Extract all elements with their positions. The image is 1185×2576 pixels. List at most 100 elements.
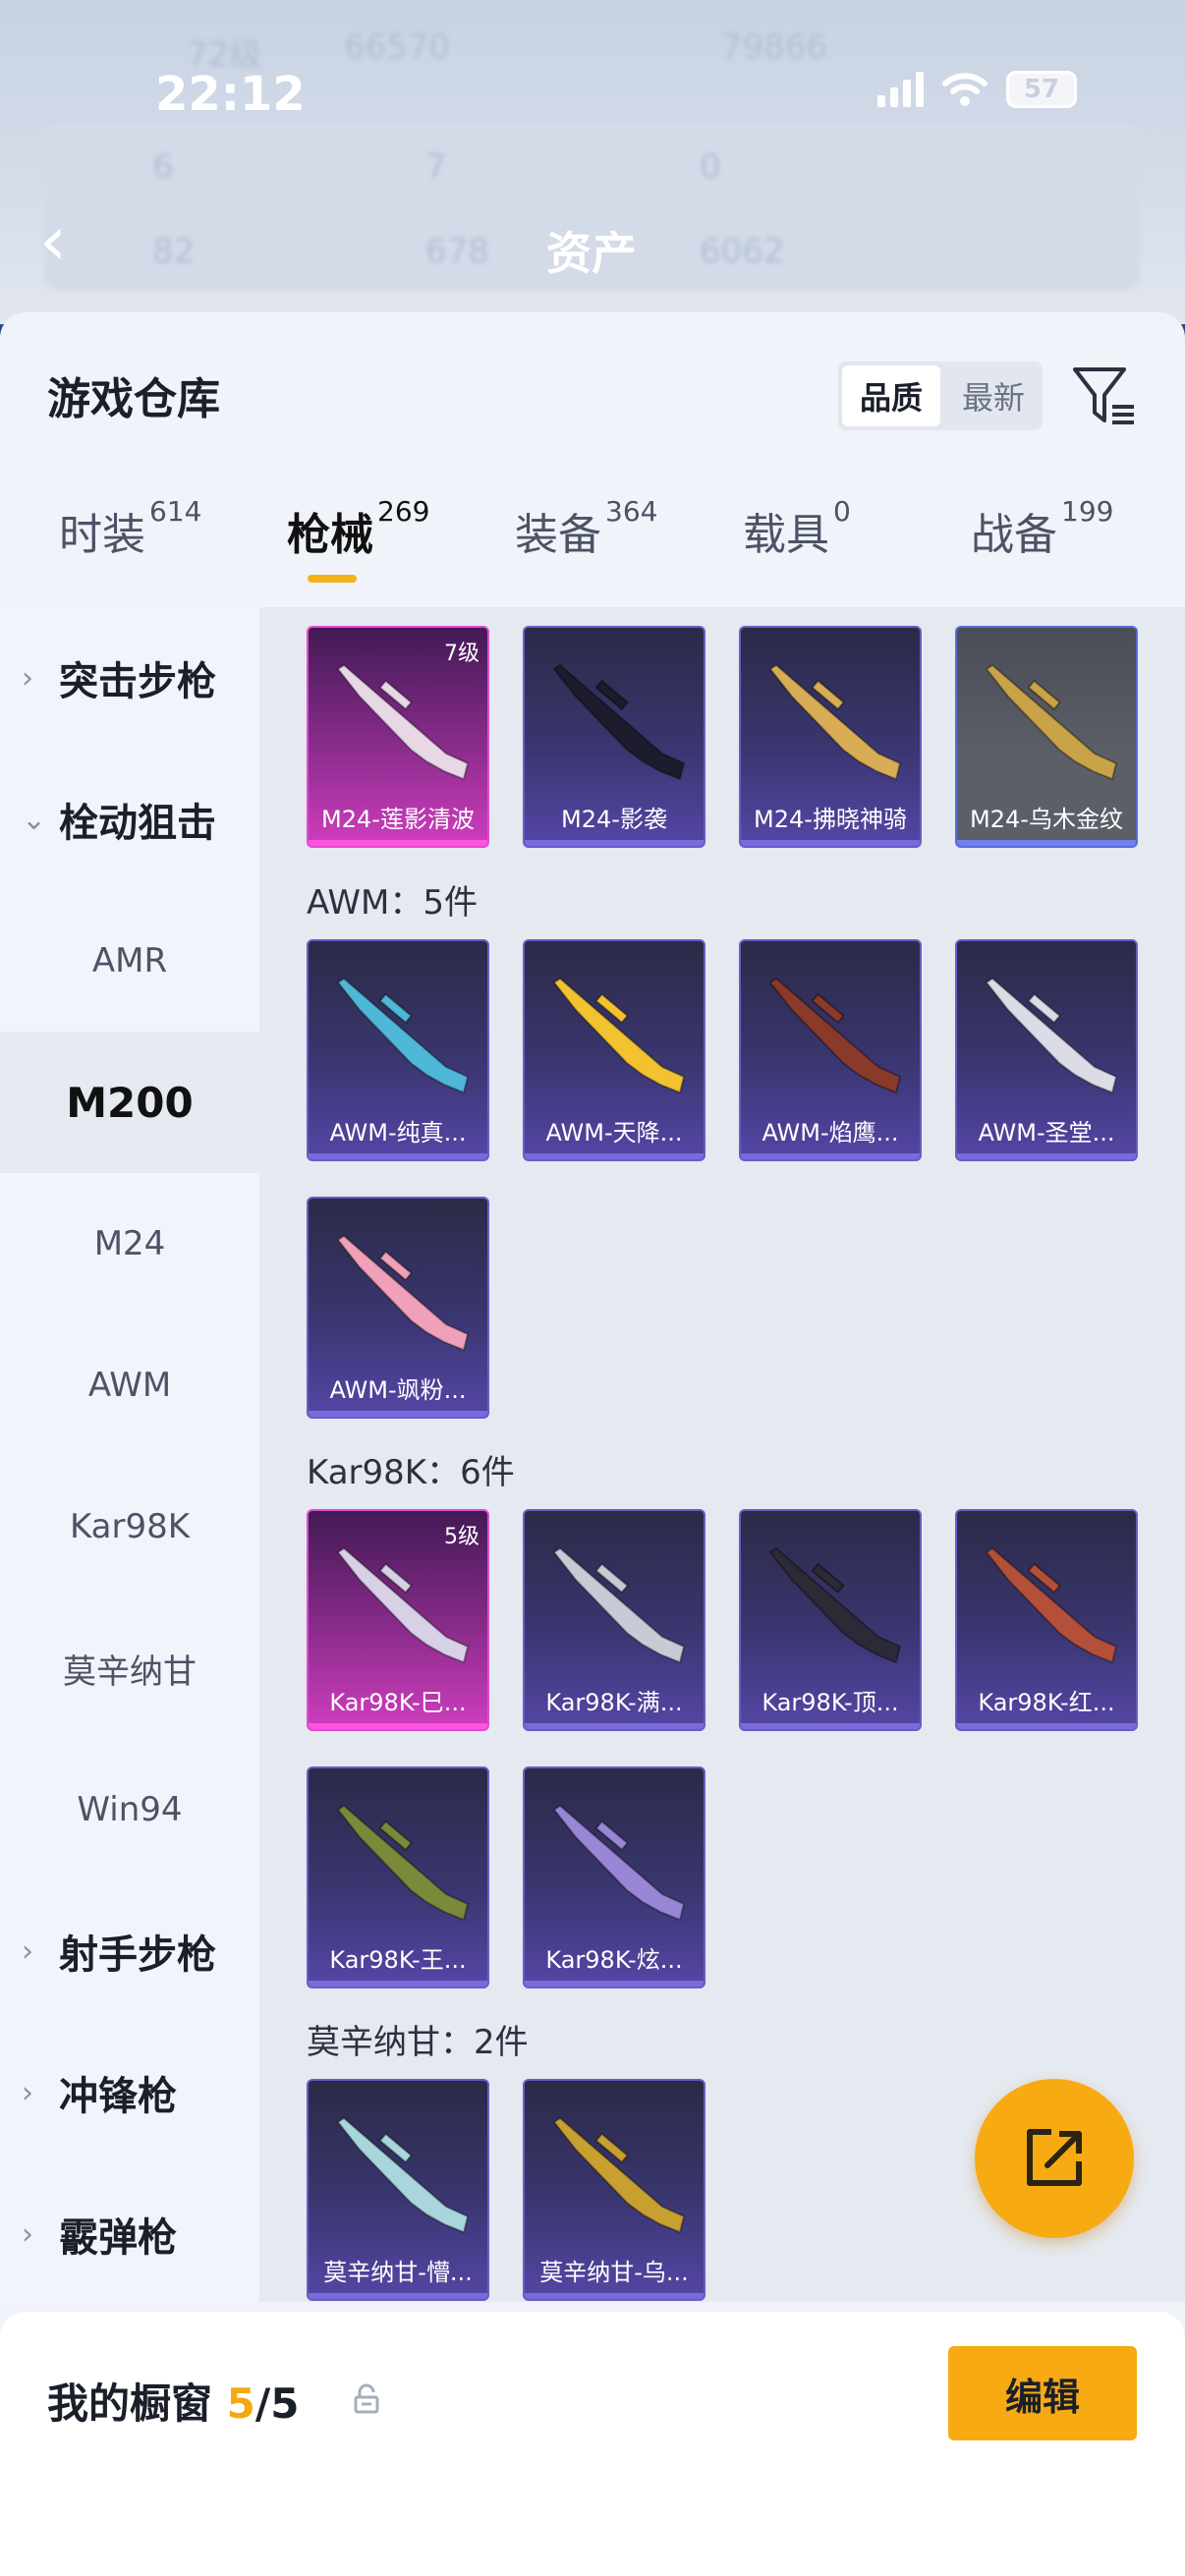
rifle-icon [552,2116,686,2234]
group-label-awm: AWM：5件 [307,883,478,923]
weapon-card[interactable]: Kar98K-王... [307,1766,489,1988]
sidebar-item-win94[interactable]: Win94 [0,1739,259,1880]
sidebar-item-kar98k[interactable]: Kar98K [0,1456,259,1597]
rifle-icon [336,663,470,781]
rarity-bar [309,2293,487,2299]
back-button[interactable]: ‹ [39,206,98,280]
weapon-card[interactable]: M24-乌木金纹 [955,626,1138,848]
card-name: AWM-纯真... [329,1119,467,1147]
card-name: Kar98K-满... [545,1689,683,1716]
chevron-right-icon: › [22,660,33,696]
sidebar-item-awm[interactable]: AWM [0,1315,259,1456]
rarity-bar [525,1723,704,1729]
sidebar-item-smg[interactable]: › 冲锋枪 [0,2022,259,2163]
sidebar-item-marksman-rifle[interactable]: › 射手步枪 [0,1880,259,2022]
rifle-icon [336,2116,470,2234]
sort-newest-button[interactable]: 最新 [944,362,1043,430]
tab-guns[interactable]: 枪械 269 [287,495,429,562]
blurred-profile-background: 72级 66570 79866 6 7 0 82 678 6062 22:12 … [0,0,1185,324]
weapon-card[interactable]: AWM-焰鹰... [739,939,922,1161]
status-time: 22:12 [155,67,306,122]
showcase-total-count: /5 [254,2380,300,2428]
tab-vehicles[interactable]: 载具 0 [743,495,851,562]
weapon-card[interactable]: Kar98K-满... [523,1509,705,1731]
rifle-icon [768,1546,902,1664]
rifle-icon [768,977,902,1094]
edit-button[interactable]: 编辑 [948,2346,1137,2440]
sidebar-item-amr[interactable]: AMR [0,890,259,1032]
stat-1: 6 [152,147,174,187]
sort-quality-button[interactable]: 品质 [842,365,940,426]
tab-label: 战备 [971,510,1057,560]
sidebar-item-assault-rifle[interactable]: › 突击步枪 [0,607,259,749]
weapon-card[interactable]: Kar98K-红... [955,1509,1138,1731]
rarity-bar [525,840,704,846]
showcase-bar: 我的橱窗 5/5 编辑 [0,2312,1185,2576]
rifle-icon [985,663,1118,781]
tab-supplies[interactable]: 战备 199 [971,495,1113,562]
rifle-icon [768,663,902,781]
card-level-badge: 5级 [444,1525,480,1549]
tab-count: 199 [1061,495,1114,528]
card-name: AWM-飒粉... [329,1376,467,1404]
tab-label: 装备 [515,510,601,560]
sidebar-item-bolt-sniper[interactable]: ⌄ 栓动狙击 [0,749,259,890]
weapon-card[interactable]: AWM-纯真... [307,939,489,1161]
signal-icon [877,72,924,107]
card-name: Kar98K-巳... [329,1689,467,1716]
rarity-bar [741,1723,920,1729]
weapon-card[interactable]: AWM-飒粉... [307,1197,489,1419]
weapon-card[interactable]: 莫辛纳甘-乌... [523,2079,705,2301]
showcase-label: 我的橱窗 5/5 [47,2371,299,2431]
chevron-right-icon: › [22,2075,33,2110]
tab-count: 0 [833,495,851,528]
active-tab-indicator [308,575,357,583]
stat-4: 82 [152,232,196,271]
weapon-card[interactable]: 莫辛纳甘-懵... [307,2079,489,2301]
weapon-card[interactable]: Kar98K-顶... [739,1509,922,1731]
points-text: 79866 [721,28,828,67]
card-name: M24-影袭 [561,806,667,833]
weapon-type-sidebar: › 突击步枪 ⌄ 栓动狙击 AMR M200 M24 AWM Kar98K 莫辛… [0,607,259,2302]
weapon-card[interactable]: M24-拂晓神骑 [739,626,922,848]
card-name: AWM-焰鹰... [762,1119,899,1147]
tab-count: 269 [377,495,430,528]
battery-icon: 57 [1006,71,1077,108]
card-name: 莫辛纳甘-懵... [323,2259,473,2286]
card-name: Kar98K-王... [329,1946,467,1974]
rifle-icon [985,977,1118,1094]
sidebar-item-shotgun[interactable]: › 霰弹枪 [0,2163,259,2305]
sidebar-item-mosin[interactable]: 莫辛纳甘 [0,1597,259,1739]
rarity-bar [309,1723,487,1729]
weapon-grid: 7级 M24-莲影清波 M24-影袭 M24-拂晓神骑 M24-乌木金纹 AWM：… [259,607,1185,2302]
filter-icon[interactable] [1069,362,1138,430]
weapon-card[interactable]: M24-影袭 [523,626,705,848]
tab-count: 364 [605,495,658,528]
rifle-icon [552,663,686,781]
share-button[interactable] [975,2079,1134,2238]
rarity-bar [309,1411,487,1417]
sidebar-item-label: 霰弹枪 [59,2215,177,2261]
rarity-bar [957,840,1136,846]
weapon-card[interactable]: AWM-天降... [523,939,705,1161]
rifle-icon [336,1234,470,1352]
sidebar-item-m24[interactable]: M24 [0,1173,259,1315]
rarity-bar [957,1153,1136,1159]
sidebar-item-m200[interactable]: M200 [0,1032,259,1173]
showcase-title: 我的橱窗 [47,2380,213,2428]
tab-fashion[interactable]: 时装 614 [59,495,201,562]
card-name: 莫辛纳甘-乌... [539,2259,689,2286]
stat-5: 678 [425,232,489,271]
weapon-card[interactable]: Kar98K-炫... [523,1766,705,1988]
group-label-kar98k: Kar98K：6件 [307,1453,515,1492]
weapon-card[interactable]: AWM-圣堂... [955,939,1138,1161]
rarity-bar [525,2293,704,2299]
weapon-card[interactable]: 7级 M24-莲影清波 [307,626,489,848]
weapon-card[interactable]: 5级 Kar98K-巳... [307,1509,489,1731]
rarity-bar [309,840,487,846]
warehouse-panel: 游戏仓库 品质 最新 时装 614 枪械 269 装备 364 载具 0 战备 199 › [0,312,1185,2576]
tab-equipment[interactable]: 装备 364 [515,495,657,562]
tab-label: 载具 [743,510,829,560]
card-level-badge: 7级 [444,642,480,666]
rifle-icon [336,977,470,1094]
